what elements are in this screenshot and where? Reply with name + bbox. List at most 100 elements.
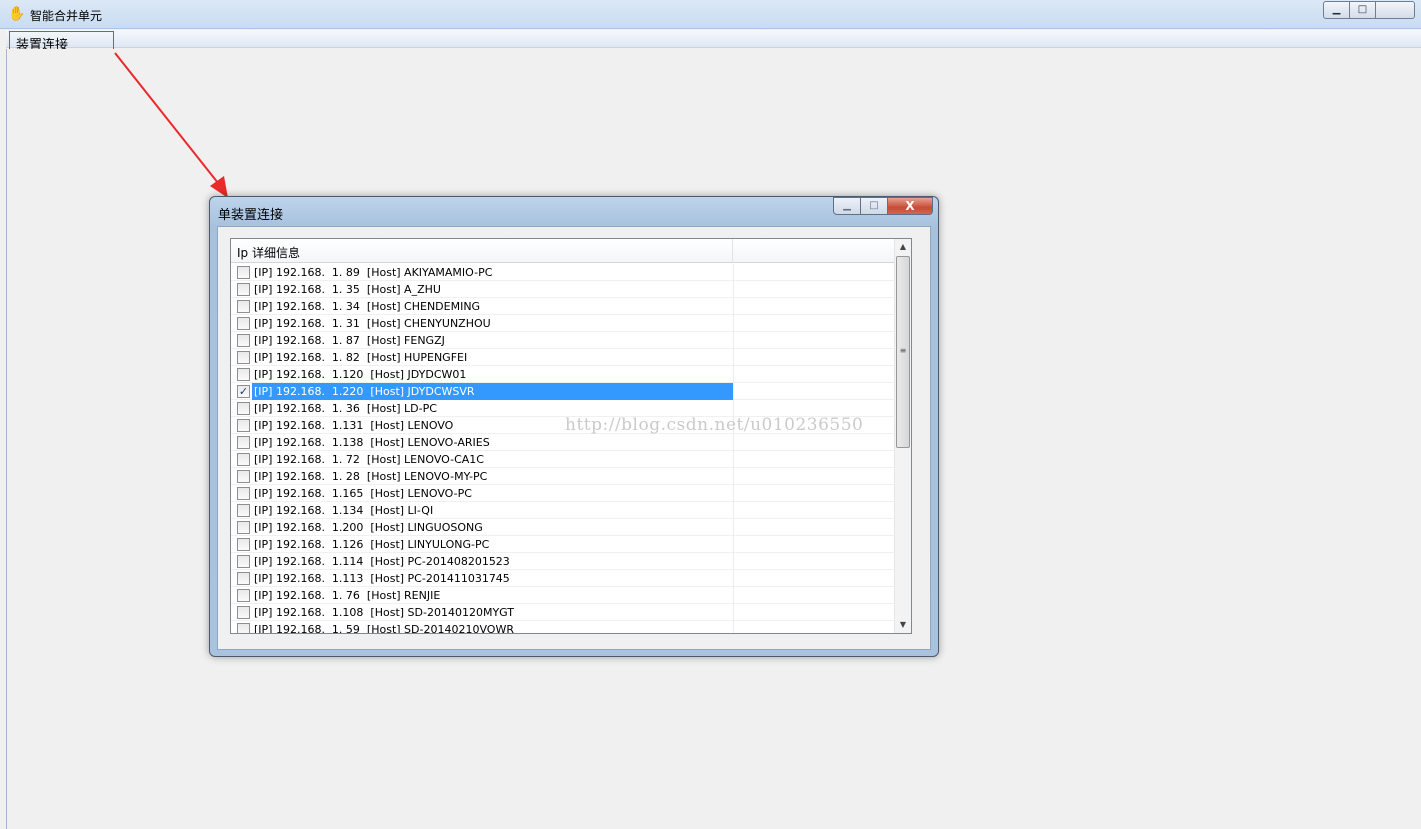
menubar: 装置连接 <box>6 30 1421 54</box>
column-separator <box>733 502 734 519</box>
row-checkbox[interactable] <box>237 351 250 364</box>
main-titlebar[interactable]: ✋ 智能合并单元 ▁ □ <box>0 0 1421 29</box>
list-item[interactable]: [IP] 192.168. 1.165 [Host] LENOVO-PC <box>231 485 896 502</box>
list-item[interactable]: [IP] 192.168. 1.120 [Host] JDYDCW01 <box>231 366 896 383</box>
column-separator <box>733 383 734 400</box>
column-separator <box>733 417 734 434</box>
list-item[interactable]: [IP] 192.168. 1.108 [Host] SD-20140120MY… <box>231 604 896 621</box>
column-separator <box>733 281 734 298</box>
row-ip-host-text: [IP] 192.168. 1. 72 [Host] LENOVO-CA1C <box>254 453 484 466</box>
row-ip-host-text: [IP] 192.168. 1. 89 [Host] AKIYAMAMIO-PC <box>254 266 493 279</box>
maximize-button[interactable]: □ <box>1349 1 1376 19</box>
row-checkbox[interactable] <box>237 572 250 585</box>
row-checkbox[interactable] <box>237 504 250 517</box>
list-item[interactable]: [IP] 192.168. 1.131 [Host] LENOVO <box>231 417 896 434</box>
row-checkbox[interactable] <box>237 487 250 500</box>
column-header-ip-details[interactable]: Ip 详细信息 <box>231 239 733 263</box>
list-item[interactable]: [IP] 192.168. 1. 31 [Host] CHENYUNZHOU <box>231 315 896 332</box>
list-item[interactable]: [IP] 192.168. 1.200 [Host] LINGUOSONG <box>231 519 896 536</box>
row-ip-host-text: [IP] 192.168. 1.134 [Host] LI-QI <box>254 504 434 517</box>
list-item[interactable]: [IP] 192.168. 1. 82 [Host] HUPENGFEI <box>231 349 896 366</box>
list-item[interactable]: [IP] 192.168. 1.138 [Host] LENOVO-ARIES <box>231 434 896 451</box>
column-header-empty[interactable] <box>733 239 896 263</box>
list-item[interactable]: [IP] 192.168. 1. 76 [Host] RENJIE <box>231 587 896 604</box>
row-checkbox[interactable] <box>237 368 250 381</box>
scroll-thumb[interactable]: ≡ <box>896 256 910 448</box>
ip-list-view[interactable]: Ip 详细信息 [IP] 192.168. 1. 89 [Host] AKIYA… <box>230 238 912 634</box>
row-ip-host-text: [IP] 192.168. 1.120 [Host] JDYDCW01 <box>254 368 467 381</box>
row-checkbox[interactable] <box>237 623 250 633</box>
column-separator <box>733 570 734 587</box>
main-window-title: 智能合并单元 <box>30 9 103 23</box>
list-item[interactable]: [IP] 192.168. 1.126 [Host] LINYULONG-PC <box>231 536 896 553</box>
row-checkbox[interactable] <box>237 470 250 483</box>
column-separator <box>733 536 734 553</box>
list-item[interactable]: [IP] 192.168. 1. 35 [Host] A_ZHU <box>231 281 896 298</box>
row-ip-host-text: [IP] 192.168. 1.108 [Host] SD-20140120MY… <box>254 606 515 619</box>
list-item[interactable]: [IP] 192.168. 1.114 [Host] PC-2014082015… <box>231 553 896 570</box>
row-ip-host-text: [IP] 192.168. 1.131 [Host] LENOVO <box>254 419 454 432</box>
dialog-close-button[interactable]: X <box>887 197 933 215</box>
close-button[interactable] <box>1375 1 1415 19</box>
row-ip-host-text: [IP] 192.168. 1. 82 [Host] HUPENGFEI <box>254 351 468 364</box>
list-item[interactable]: [IP] 192.168. 1.113 [Host] PC-2014110317… <box>231 570 896 587</box>
scroll-down-icon[interactable]: ▼ <box>895 617 911 633</box>
row-checkbox[interactable] <box>237 300 250 313</box>
row-checkbox[interactable] <box>237 283 250 296</box>
vertical-scrollbar[interactable]: ▲ ≡ ▼ <box>894 239 911 633</box>
device-connect-dialog: 单装置连接 ▁ □ X Ip 详细信息 [IP] 192.168. 1. 89 … <box>209 196 939 657</box>
list-item[interactable]: [IP] 192.168. 1. 87 [Host] FENGZJ <box>231 332 896 349</box>
column-separator <box>733 587 734 604</box>
row-checkbox[interactable] <box>237 266 250 279</box>
minimize-icon: ▁ <box>1332 4 1341 15</box>
row-checkbox[interactable] <box>237 606 250 619</box>
row-checkbox[interactable] <box>237 453 250 466</box>
row-checkbox[interactable] <box>237 538 250 551</box>
column-separator <box>733 604 734 621</box>
column-separator <box>733 519 734 536</box>
list-item[interactable]: ✓ [IP] 192.168. 1.220 [Host] JDYDCWSVR <box>231 383 896 400</box>
list-header: Ip 详细信息 <box>231 239 896 263</box>
row-ip-host-text: [IP] 192.168. 1. 35 [Host] A_ZHU <box>254 283 441 296</box>
column-separator <box>733 451 734 468</box>
row-checkbox[interactable] <box>237 436 250 449</box>
row-checkbox[interactable] <box>237 589 250 602</box>
row-ip-host-text: [IP] 192.168. 1.165 [Host] LENOVO-PC <box>254 487 472 500</box>
row-ip-host-text: [IP] 192.168. 1.126 [Host] LINYULONG-PC <box>254 538 490 551</box>
row-checkbox[interactable] <box>237 334 250 347</box>
list-item[interactable]: [IP] 192.168. 1.134 [Host] LI-QI <box>231 502 896 519</box>
row-ip-host-text: [IP] 192.168. 1.138 [Host] LENOVO-ARIES <box>254 436 490 449</box>
dialog-minimize-button[interactable]: ▁ <box>833 197 861 215</box>
column-separator <box>733 400 734 417</box>
scroll-up-icon[interactable]: ▲ <box>895 239 911 255</box>
list-item[interactable]: [IP] 192.168. 1. 28 [Host] LENOVO-MY-PC <box>231 468 896 485</box>
list-item[interactable]: [IP] 192.168. 1. 72 [Host] LENOVO-CA1C <box>231 451 896 468</box>
row-checkbox[interactable]: ✓ <box>237 385 250 398</box>
row-checkbox[interactable] <box>237 521 250 534</box>
column-separator <box>733 332 734 349</box>
list-item[interactable]: [IP] 192.168. 1. 59 [Host] SD-20140210VO… <box>231 621 896 633</box>
row-checkbox[interactable] <box>237 402 250 415</box>
hand-icon: ✋ <box>8 6 26 22</box>
row-checkbox[interactable] <box>237 317 250 330</box>
minimize-button[interactable]: ▁ <box>1323 1 1350 19</box>
column-separator <box>733 315 734 332</box>
column-separator <box>733 298 734 315</box>
dialog-maximize-button[interactable]: □ <box>860 197 888 215</box>
maximize-icon: □ <box>1357 4 1368 15</box>
row-ip-host-text: [IP] 192.168. 1. 76 [Host] RENJIE <box>254 589 441 602</box>
row-ip-host-text: [IP] 192.168. 1.200 [Host] LINGUOSONG <box>254 521 483 534</box>
column-separator <box>733 349 734 366</box>
row-ip-host-text: [IP] 192.168. 1. 87 [Host] FENGZJ <box>254 334 445 347</box>
dialog-body: Ip 详细信息 [IP] 192.168. 1. 89 [Host] AKIYA… <box>217 226 931 650</box>
list-item[interactable]: [IP] 192.168. 1. 36 [Host] LD-PC <box>231 400 896 417</box>
row-checkbox[interactable] <box>237 555 250 568</box>
row-ip-host-text: [IP] 192.168. 1.114 [Host] PC-2014082015… <box>254 555 510 568</box>
row-checkbox[interactable] <box>237 419 250 432</box>
list-item[interactable]: [IP] 192.168. 1. 34 [Host] CHENDEMING <box>231 298 896 315</box>
list-item[interactable]: [IP] 192.168. 1. 89 [Host] AKIYAMAMIO-PC <box>231 264 896 281</box>
grip-icon: ≡ <box>899 346 907 355</box>
minimize-icon: ▁ <box>843 200 851 211</box>
row-ip-host-text: [IP] 192.168. 1.220 [Host] JDYDCWSVR <box>252 383 733 400</box>
column-separator <box>733 366 734 383</box>
